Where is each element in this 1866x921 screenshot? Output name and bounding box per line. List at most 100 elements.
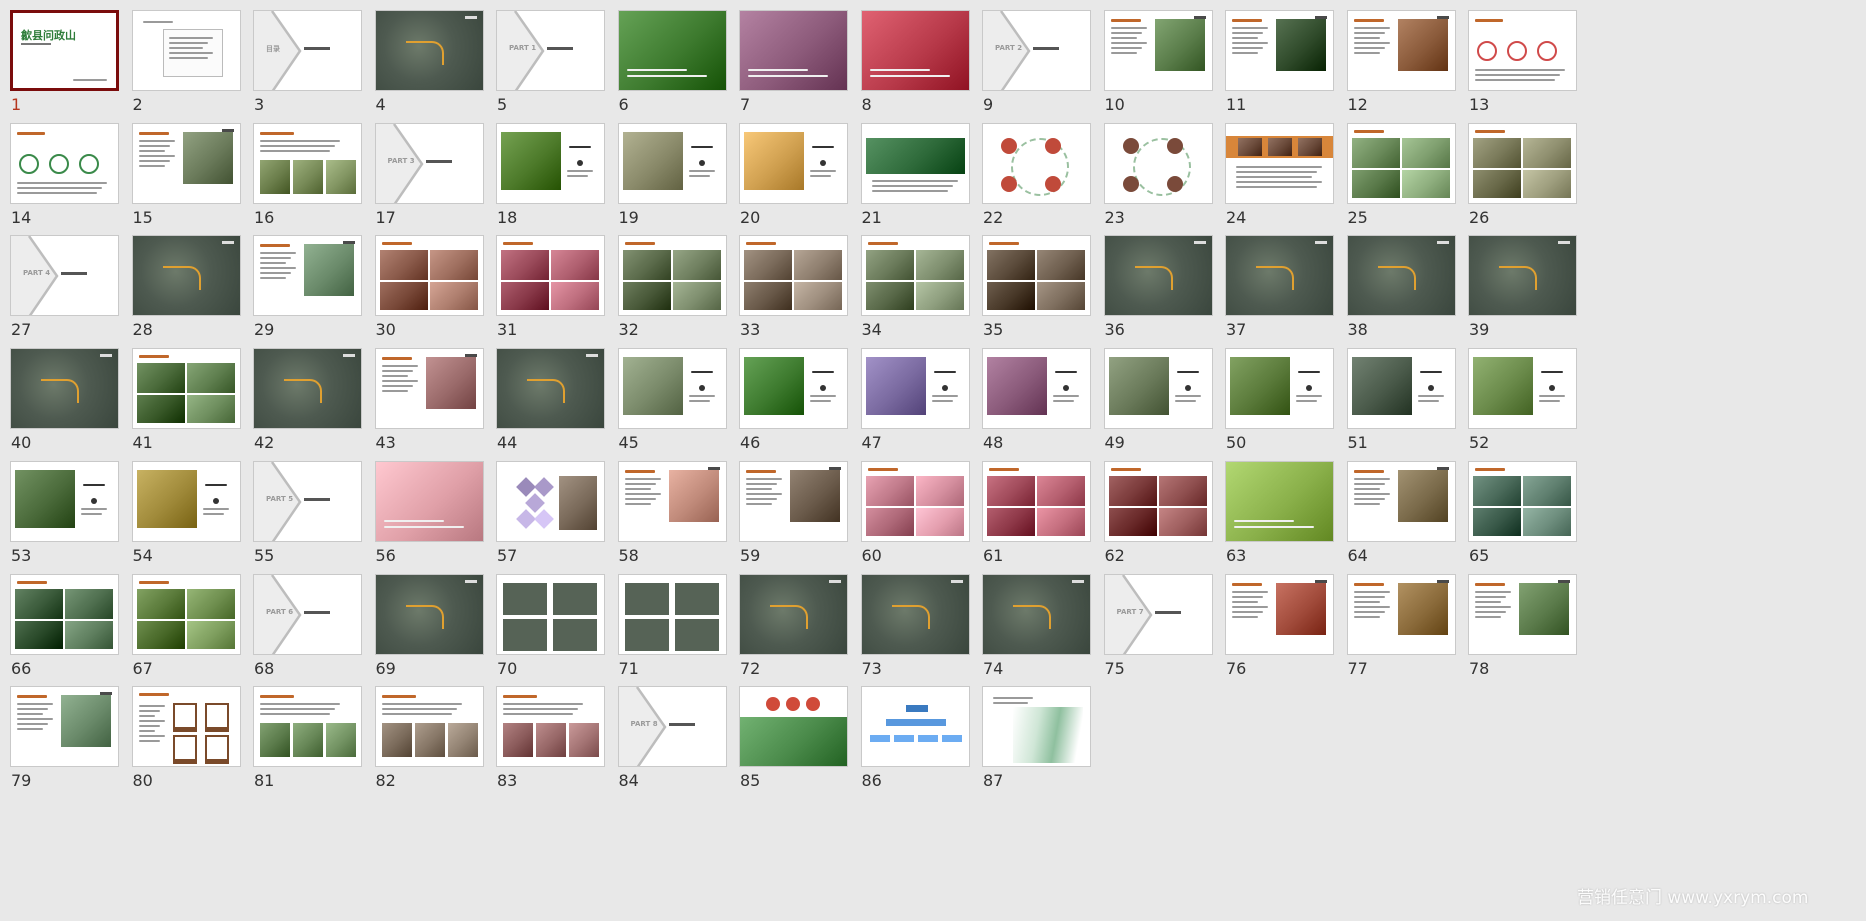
slide-preview[interactable] (496, 122, 605, 204)
slide-preview[interactable]: PART 1 (496, 10, 605, 91)
slide-preview[interactable] (1468, 10, 1577, 91)
slide-preview[interactable] (131, 460, 241, 542)
slide-preview[interactable] (253, 348, 362, 430)
slide-preview[interactable] (10, 348, 119, 430)
slide-preview[interactable]: 歙县问政山 (10, 10, 119, 91)
slide-thumbnail[interactable]: 76 (1215, 564, 1343, 698)
slide-thumbnail[interactable]: PART 8 84 (608, 676, 736, 810)
slide-preview[interactable]: PART 4 (10, 235, 119, 317)
slide-preview[interactable] (982, 573, 1091, 655)
slide-preview[interactable] (1225, 573, 1334, 655)
slide-preview[interactable] (1468, 573, 1577, 655)
slide-preview[interactable] (1103, 348, 1213, 430)
slide-preview[interactable] (496, 573, 605, 655)
slide-preview[interactable] (1103, 460, 1213, 542)
slide-preview[interactable] (1346, 235, 1456, 317)
slide-preview[interactable] (10, 573, 119, 655)
slide-preview[interactable] (496, 686, 605, 768)
slide-preview[interactable] (1225, 235, 1334, 317)
slide-preview[interactable] (617, 235, 727, 317)
slide-preview[interactable] (1103, 10, 1213, 91)
slide-preview[interactable] (982, 348, 1091, 430)
slide-preview[interactable] (1346, 122, 1456, 204)
slide-thumbnail[interactable]: 83 (486, 676, 614, 810)
slide-preview[interactable] (10, 686, 119, 768)
slide-preview[interactable] (617, 573, 727, 655)
slide-preview[interactable] (131, 235, 241, 317)
slide-preview[interactable] (253, 235, 362, 317)
slide-preview[interactable] (739, 460, 848, 542)
slide-thumbnail[interactable]: 86 (851, 676, 979, 810)
slide-preview[interactable] (1103, 122, 1213, 204)
slide-thumbnail[interactable]: 82 (365, 676, 493, 810)
slide-thumbnail[interactable]: 79 (0, 676, 128, 810)
slide-thumbnail[interactable]: PART 7 75 (1094, 564, 1222, 698)
slide-preview[interactable] (496, 348, 605, 430)
slide-preview[interactable]: PART 7 (1103, 573, 1213, 655)
slide-preview[interactable] (1346, 573, 1456, 655)
slide-preview[interactable] (739, 348, 848, 430)
slide-preview[interactable] (1468, 460, 1577, 542)
slide-preview[interactable] (617, 10, 727, 91)
slide-preview[interactable] (860, 460, 970, 542)
slide-preview[interactable] (1468, 235, 1577, 317)
slide-thumbnail[interactable]: 85 (729, 676, 857, 810)
slide-preview[interactable] (1225, 10, 1334, 91)
slide-preview[interactable]: PART 6 (253, 573, 362, 655)
slide-preview[interactable] (374, 686, 484, 768)
slide-preview[interactable] (374, 235, 484, 317)
slide-preview[interactable]: PART 3 (374, 122, 484, 204)
slide-preview[interactable] (982, 686, 1091, 768)
slide-thumbnail[interactable]: 81 (243, 676, 371, 810)
slide-preview[interactable] (253, 686, 362, 768)
slide-preview[interactable] (131, 122, 241, 204)
slide-preview[interactable] (10, 122, 119, 204)
slide-preview[interactable] (1346, 460, 1456, 542)
slide-preview[interactable] (131, 348, 241, 430)
slide-preview[interactable] (374, 10, 484, 91)
slide-preview[interactable] (496, 460, 605, 542)
slide-preview[interactable]: PART 8 (617, 686, 727, 768)
slide-preview[interactable] (860, 235, 970, 317)
slide-preview[interactable] (739, 686, 848, 768)
slide-preview[interactable] (1468, 348, 1577, 430)
slide-preview[interactable] (1225, 460, 1334, 542)
slide-preview[interactable] (860, 348, 970, 430)
slide-preview[interactable] (860, 573, 970, 655)
slide-preview[interactable] (739, 10, 848, 91)
slide-preview[interactable] (617, 122, 727, 204)
slide-preview[interactable] (131, 10, 241, 91)
slide-preview[interactable] (1225, 122, 1334, 204)
slide-preview[interactable]: PART 2 (982, 10, 1091, 91)
slide-preview[interactable] (496, 235, 605, 317)
slide-preview[interactable] (1103, 235, 1213, 317)
slide-preview[interactable] (1346, 10, 1456, 91)
slide-preview[interactable] (860, 686, 970, 768)
slide-preview[interactable] (617, 460, 727, 542)
slide-preview[interactable] (131, 573, 241, 655)
slide-preview[interactable] (982, 122, 1091, 204)
slide-preview[interactable] (860, 122, 970, 204)
slide-preview[interactable] (982, 460, 1091, 542)
slide-preview[interactable]: 目录 (253, 10, 362, 91)
slide-preview[interactable] (860, 10, 970, 91)
slide-preview[interactable] (253, 122, 362, 204)
slide-thumbnail[interactable]: 78 (1458, 564, 1586, 698)
slide-preview[interactable] (739, 573, 848, 655)
slide-preview[interactable] (374, 460, 484, 542)
slide-preview[interactable] (617, 348, 727, 430)
slide-preview[interactable] (982, 235, 1091, 317)
slide-preview[interactable] (374, 348, 484, 430)
slide-preview[interactable] (1346, 348, 1456, 430)
slide-preview[interactable] (374, 573, 484, 655)
slide-thumbnail[interactable]: 77 (1337, 564, 1465, 698)
slide-preview[interactable] (10, 460, 119, 542)
slide-thumbnail[interactable]: 80 (122, 676, 250, 810)
slide-preview[interactable] (739, 235, 848, 317)
slide-preview[interactable]: PART 5 (253, 460, 362, 542)
slide-preview[interactable] (1468, 122, 1577, 204)
slide-preview[interactable] (739, 122, 848, 204)
slide-preview[interactable] (1225, 348, 1334, 430)
slide-thumbnail[interactable]: 87 (972, 676, 1100, 810)
slide-preview[interactable] (131, 686, 241, 768)
